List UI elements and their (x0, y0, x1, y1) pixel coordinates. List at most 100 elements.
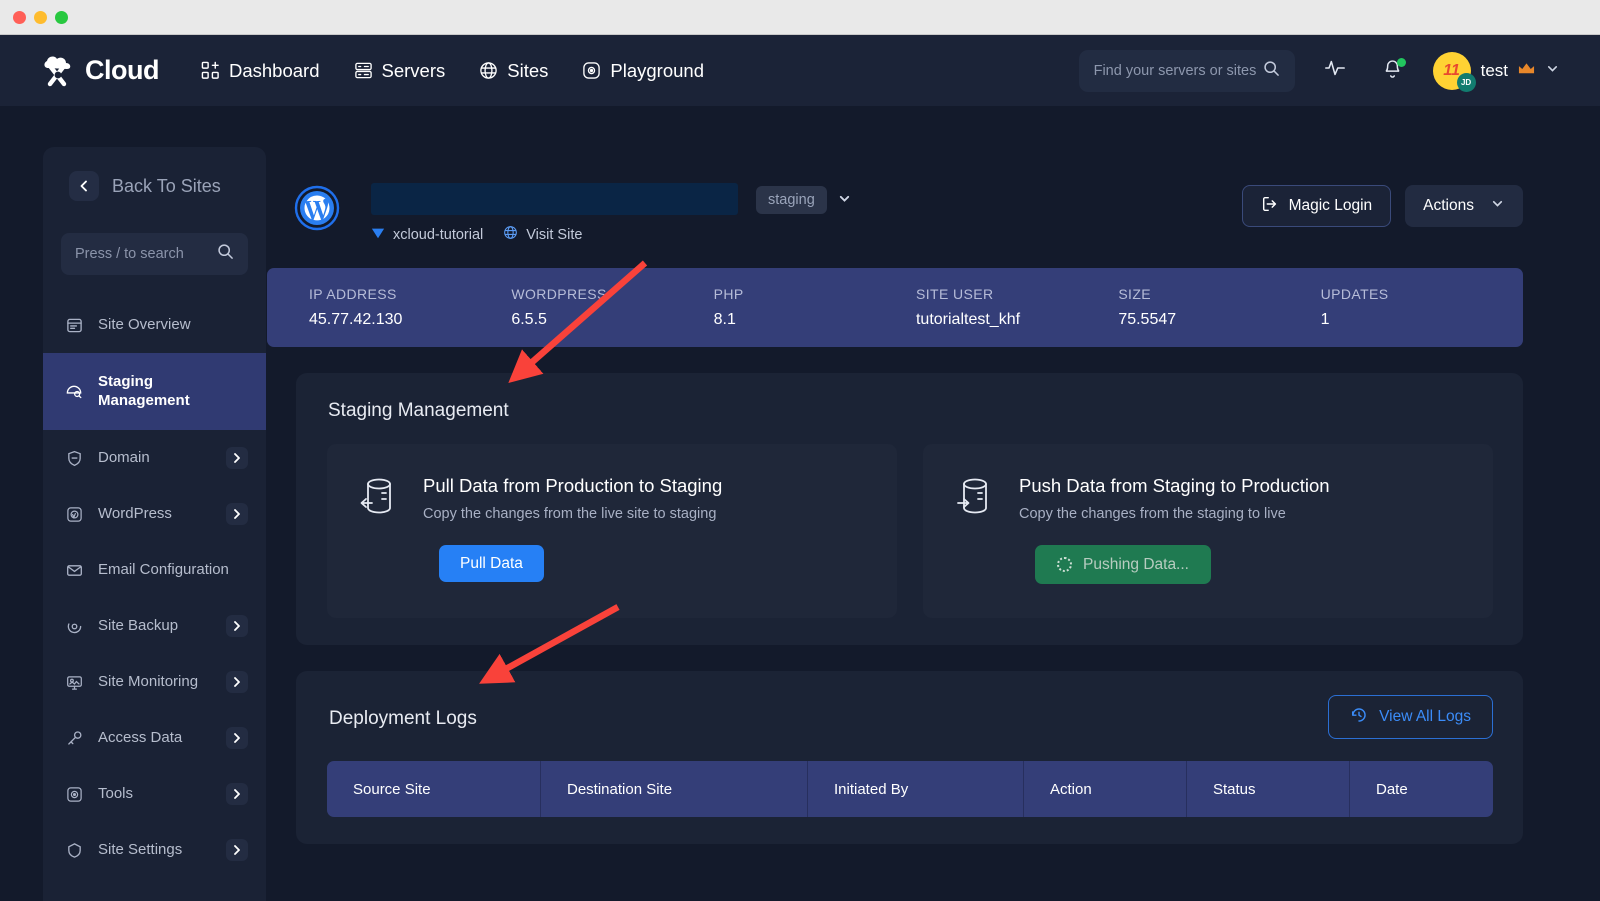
column-header-status[interactable]: Status (1187, 761, 1350, 817)
chevron-right-icon[interactable] (226, 503, 248, 525)
info-key: IP ADDRESS (309, 286, 511, 302)
back-to-sites-button[interactable]: Back To Sites (43, 147, 266, 201)
info-key: WORDPRESS (511, 286, 713, 302)
history-icon (1350, 706, 1368, 729)
global-search-input[interactable]: Find your servers or sites (1079, 50, 1295, 92)
pull-data-card: Pull Data from Production to Staging Cop… (327, 444, 897, 618)
column-header-destination-site[interactable]: Destination Site (541, 761, 808, 817)
chevron-right-icon[interactable] (226, 783, 248, 805)
sidebar-item-site-monitoring[interactable]: Site Monitoring (43, 654, 266, 710)
global-search-placeholder: Find your servers or sites (1094, 63, 1257, 79)
nav-item-dashboard[interactable]: Dashboard (201, 60, 320, 82)
globe-icon (479, 61, 498, 80)
page-body: Cloud Dashboard (0, 35, 1600, 901)
deployment-logs-table: Source Site Destination Site Initiated B… (327, 761, 1493, 817)
sidebar-label-site-monitoring: Site Monitoring (98, 673, 212, 692)
tools-icon (65, 786, 84, 803)
column-header-date[interactable]: Date (1350, 761, 1491, 817)
push-card-subtitle: Copy the changes from the staging to liv… (1019, 506, 1330, 522)
site-header-actions: Magic Login Actions (1242, 185, 1523, 227)
view-all-logs-button[interactable]: View All Logs (1328, 695, 1493, 739)
sidebar-item-wordpress[interactable]: WordPress (43, 486, 266, 542)
magic-login-button[interactable]: Magic Login (1242, 185, 1392, 227)
deployment-logs-table-header: Source Site Destination Site Initiated B… (327, 761, 1493, 817)
nav-item-playground[interactable]: Playground (582, 60, 704, 82)
push-data-button-label: Pushing Data... (1083, 556, 1189, 574)
chevron-right-icon[interactable] (226, 447, 248, 469)
sidebar-item-site-backup[interactable]: Site Backup (43, 598, 266, 654)
chevron-down-icon[interactable] (833, 187, 856, 213)
close-window-button[interactable] (13, 11, 26, 24)
wordpress-logo (294, 185, 340, 236)
nav-item-sites[interactable]: Sites (479, 60, 548, 82)
vercel-project-link[interactable]: xcloud-tutorial (371, 226, 483, 244)
database-arrow-right-icon (954, 475, 994, 522)
vercel-project-label: xcloud-tutorial (393, 227, 483, 243)
sidebar-item-staging-management[interactable]: Staging Management (43, 353, 266, 430)
actions-dropdown-button[interactable]: Actions (1405, 185, 1523, 227)
chevron-right-icon[interactable] (226, 615, 248, 637)
push-data-button[interactable]: Pushing Data... (1035, 545, 1211, 584)
info-key: SITE USER (916, 286, 1118, 302)
primary-nav: Dashboard Servers (201, 60, 704, 82)
nav-item-servers[interactable]: Servers (354, 60, 446, 82)
column-header-initiated-by[interactable]: Initiated By (808, 761, 1024, 817)
info-cell-ip-address: IP ADDRESS 45.77.42.130 (309, 286, 511, 329)
site-sidebar: Back To Sites Press / to search (43, 147, 266, 901)
info-cell-updates: UPDATES 1 (1321, 286, 1523, 329)
chevron-right-icon[interactable] (226, 727, 248, 749)
visit-site-label: Visit Site (526, 227, 582, 243)
pull-card-title: Pull Data from Production to Staging (423, 475, 722, 497)
pull-card-header: Pull Data from Production to Staging Cop… (358, 475, 897, 522)
nav-label-servers: Servers (382, 60, 446, 82)
sidebar-item-domain[interactable]: Domain (43, 430, 266, 486)
push-data-card: Push Data from Staging to Production Cop… (923, 444, 1493, 618)
search-icon (1263, 60, 1280, 82)
staging-icon (65, 382, 84, 401)
xcloud-logo[interactable]: Cloud (42, 54, 159, 88)
info-value: 6.5.5 (511, 311, 713, 329)
info-cell-size: SIZE 75.5547 (1118, 286, 1320, 329)
avatar: 11 JD (1433, 52, 1471, 90)
sidebar-menu: Site Overview Staging Management (43, 297, 266, 878)
activity-pulse-icon-button[interactable] (1313, 49, 1357, 93)
sidebar-search-input[interactable]: Press / to search (61, 233, 248, 275)
chevron-down-icon (1490, 196, 1505, 216)
sidebar-item-site-overview[interactable]: Site Overview (43, 297, 266, 353)
pull-data-button[interactable]: Pull Data (439, 545, 544, 582)
key-icon (65, 730, 84, 747)
backup-icon (65, 618, 84, 635)
info-value: tutorialtest_khf (916, 311, 1118, 329)
minimize-window-button[interactable] (34, 11, 47, 24)
main-content: xcloud-tutorial Visit Site (267, 147, 1557, 844)
column-header-source-site[interactable]: Source Site (327, 761, 541, 817)
column-header-action[interactable]: Action (1024, 761, 1187, 817)
monitor-icon (65, 674, 84, 691)
chevron-right-icon[interactable] (226, 839, 248, 861)
push-card-text: Push Data from Staging to Production Cop… (1019, 475, 1330, 522)
visit-site-link[interactable]: Visit Site (503, 225, 582, 244)
profile-menu[interactable]: 11 JD test (1433, 52, 1560, 90)
deployment-logs-header: Deployment Logs View All Logs (296, 671, 1523, 739)
environment-selector[interactable]: staging (756, 186, 856, 214)
logo-text: Cloud (85, 55, 159, 86)
globe-icon (503, 225, 518, 244)
vercel-icon (371, 226, 385, 244)
sidebar-item-email-configuration[interactable]: Email Configuration (43, 542, 266, 598)
loading-spinner-icon (1057, 557, 1072, 572)
sidebar-item-tools[interactable]: Tools (43, 766, 266, 822)
sidebar-item-site-settings[interactable]: Site Settings (43, 822, 266, 878)
nav-label-playground: Playground (610, 60, 704, 82)
info-key: PHP (714, 286, 916, 302)
notification-badge-dot (1397, 58, 1406, 67)
settings-icon (65, 842, 84, 859)
push-card-title: Push Data from Staging to Production (1019, 475, 1330, 497)
sidebar-search-placeholder: Press / to search (75, 246, 184, 262)
sidebar-item-access-data[interactable]: Access Data (43, 710, 266, 766)
chevron-right-icon[interactable] (226, 671, 248, 693)
nav-label-dashboard: Dashboard (229, 60, 320, 82)
sidebar-label-site-settings: Site Settings (98, 841, 212, 860)
notifications-button[interactable] (1371, 49, 1415, 93)
maximize-window-button[interactable] (55, 11, 68, 24)
info-key: SIZE (1118, 286, 1320, 302)
